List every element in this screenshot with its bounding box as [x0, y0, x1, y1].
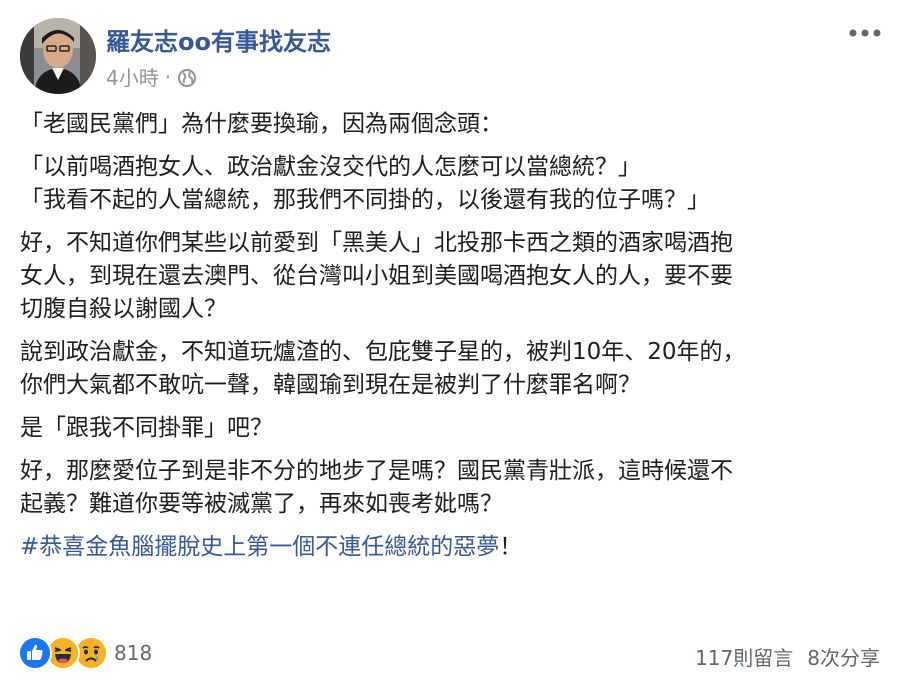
- post-footer: 818 117則留言 8次分享: [18, 632, 882, 672]
- more-options-icon[interactable]: [848, 22, 882, 44]
- post-timestamp[interactable]: 4小時: [106, 62, 159, 91]
- post-paragraph-line: 起義？難道你要等被滅黨了，再來如喪考妣嗎？: [20, 491, 503, 517]
- hashtag-suffix: ！: [499, 534, 523, 560]
- post-paragraph-line: 「我看不起的人當總統，那我們不同掛的，以後還有我的位子嗎？」: [20, 187, 710, 213]
- comments-count-link[interactable]: 117則留言: [695, 642, 793, 671]
- post-paragraph-line: 好，不知道你們某些以前愛到「黑美人」北投那卡西之類的酒家喝酒抱: [20, 230, 733, 256]
- hashtag-line: #恭喜金魚腦擺脫史上第一個不連任總統的惡夢！: [20, 531, 880, 564]
- avatar-photo: [20, 18, 96, 94]
- author-name[interactable]: 羅友志oo有事找友志: [106, 22, 331, 57]
- post-paragraph-line: 「老國民黨們」為什麼要換瑜，因為兩個念頭：: [20, 111, 503, 137]
- post-header: 羅友志oo有事找友志 4小時 ·: [18, 14, 882, 94]
- meta-separator: ·: [164, 64, 172, 89]
- reaction-count: 818: [114, 641, 153, 665]
- post-paragraph-line: 你們大氣都不敢吭一聲，韓國瑜到現在是被判了什麼罪名啊？: [20, 372, 641, 398]
- like-icon: [18, 636, 52, 670]
- avatar[interactable]: [20, 18, 96, 94]
- hashtag-link[interactable]: #恭喜金魚腦擺脫史上第一個不連任總統的惡夢: [20, 534, 499, 560]
- post-paragraph-line: 是「跟我不同掛罪」吧？: [20, 415, 273, 441]
- post-body: 「老國民黨們」為什麼要換瑜，因為兩個念頭： 「以前喝酒抱女人、政治獻金沒交代的人…: [20, 108, 880, 564]
- post-paragraph-line: 好，那麼愛位子到是非不分的地步了是嗎？國民黨青壯派，這時候還不: [20, 458, 733, 484]
- post-paragraph-line: 「以前喝酒抱女人、政治獻金沒交代的人怎麼可以當總統？」: [20, 154, 641, 180]
- post-paragraph-line: 說到政治獻金，不知道玩爐渣的、包庇雙子星的，被判10年、20年的，: [20, 339, 746, 365]
- post-meta: 4小時 ·: [106, 62, 197, 91]
- engagement-stats: 117則留言 8次分享: [695, 642, 880, 671]
- globe-icon[interactable]: [177, 68, 197, 88]
- reactions-summary[interactable]: 818: [18, 636, 152, 670]
- post-paragraph-line: 切腹自殺以謝國人？: [20, 296, 227, 322]
- post-paragraph-line: 女人，到現在還去澳門、從台灣叫小姐到美國喝酒抱女人的人，要不要: [20, 263, 733, 289]
- shares-count-link[interactable]: 8次分享: [807, 642, 880, 671]
